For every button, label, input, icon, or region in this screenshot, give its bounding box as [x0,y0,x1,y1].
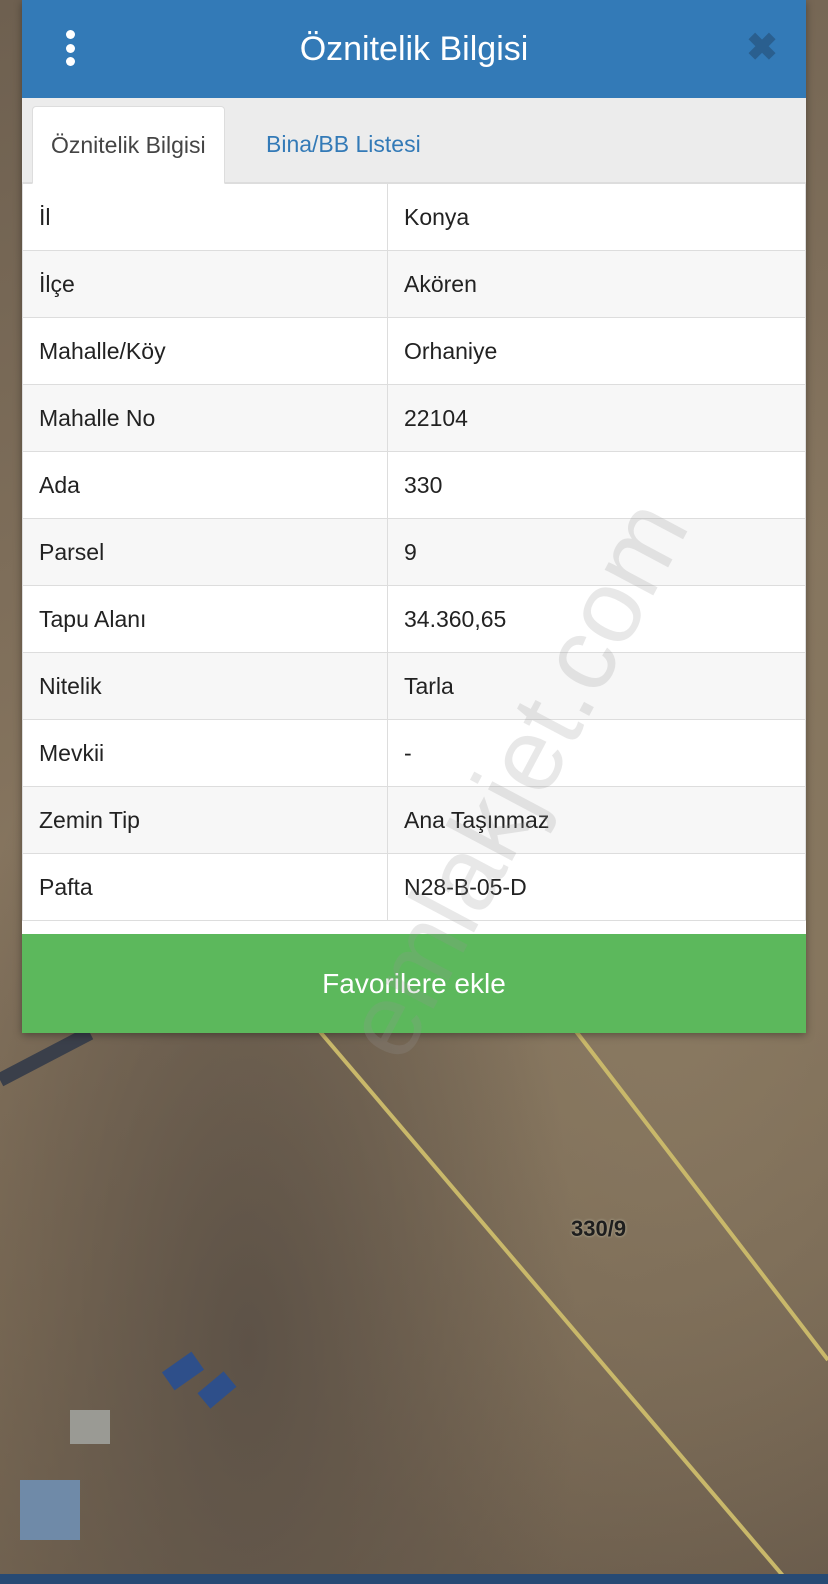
attribute-key: Zemin Tip [22,786,388,854]
attribute-value: 330 [387,451,806,519]
table-row: İlçe Akören [22,250,806,318]
attribute-value: 9 [387,518,806,586]
table-row: Parsel 9 [22,518,806,586]
tab-bar: Öznitelik Bilgisi Bina/BB Listesi [22,98,806,184]
attribute-value: 22104 [387,384,806,452]
table-row: Mevkii - [22,719,806,787]
attribute-key: İlçe [22,250,388,318]
tab-building-list[interactable]: Bina/BB Listesi [248,106,439,182]
table-row: Mahalle/Köy Orhaniye [22,317,806,385]
parcel-label: 330/9 [571,1216,627,1241]
table-row: Zemin Tip Ana Taşınmaz [22,786,806,854]
bottom-bar [0,1574,828,1584]
parcel-boundary-line [573,1028,828,1362]
attribute-table: İl Konya İlçe Akören Mahalle/Köy Orhaniye Maha… [22,183,806,921]
attribute-value: N28-B-05-D [387,853,806,921]
attribute-dialog: Öznitelik Bilgisi ✖ Öznitelik Bilgisi Bi… [22,0,806,1033]
add-favorite-button[interactable]: Favorilere ekle [22,934,806,1033]
table-row: İl Konya [22,183,806,251]
attribute-key: Ada [22,451,388,519]
table-row: Nitelik Tarla [22,652,806,720]
attribute-key: Nitelik [22,652,388,720]
attribute-value: 34.360,65 [387,585,806,653]
attribute-value: Orhaniye [387,317,806,385]
attribute-key: İl [22,183,388,251]
attribute-key: Mahalle No [22,384,388,452]
dialog-header: Öznitelik Bilgisi ✖ [22,0,806,98]
attribute-value: Ana Taşınmaz [387,786,806,854]
attribute-value: Konya [387,183,806,251]
attribute-key: Tapu Alanı [22,585,388,653]
attribute-value: Akören [387,250,806,318]
tab-attribute-info[interactable]: Öznitelik Bilgisi [32,106,225,184]
attribute-key: Mevkii [22,719,388,787]
vertical-dots-icon[interactable] [58,30,82,66]
attribute-value: - [387,719,806,787]
table-row: Mahalle No 22104 [22,384,806,452]
building [70,1410,110,1444]
building [20,1480,80,1540]
blue-tarp [161,1351,205,1391]
road [0,1026,94,1087]
parcel-boundary-line [308,1018,792,1584]
table-row: Pafta N28-B-05-D [22,853,806,921]
table-row: Ada 330 [22,451,806,519]
attribute-value: Tarla [387,652,806,720]
dialog-title: Öznitelik Bilgisi [299,29,529,68]
attribute-key: Pafta [22,853,388,921]
table-row: Tapu Alanı 34.360,65 [22,585,806,653]
attribute-key: Mahalle/Köy [22,317,388,385]
attribute-key: Parsel [22,518,388,586]
close-icon[interactable]: ✖ [742,28,782,68]
blue-tarp [197,1371,237,1409]
